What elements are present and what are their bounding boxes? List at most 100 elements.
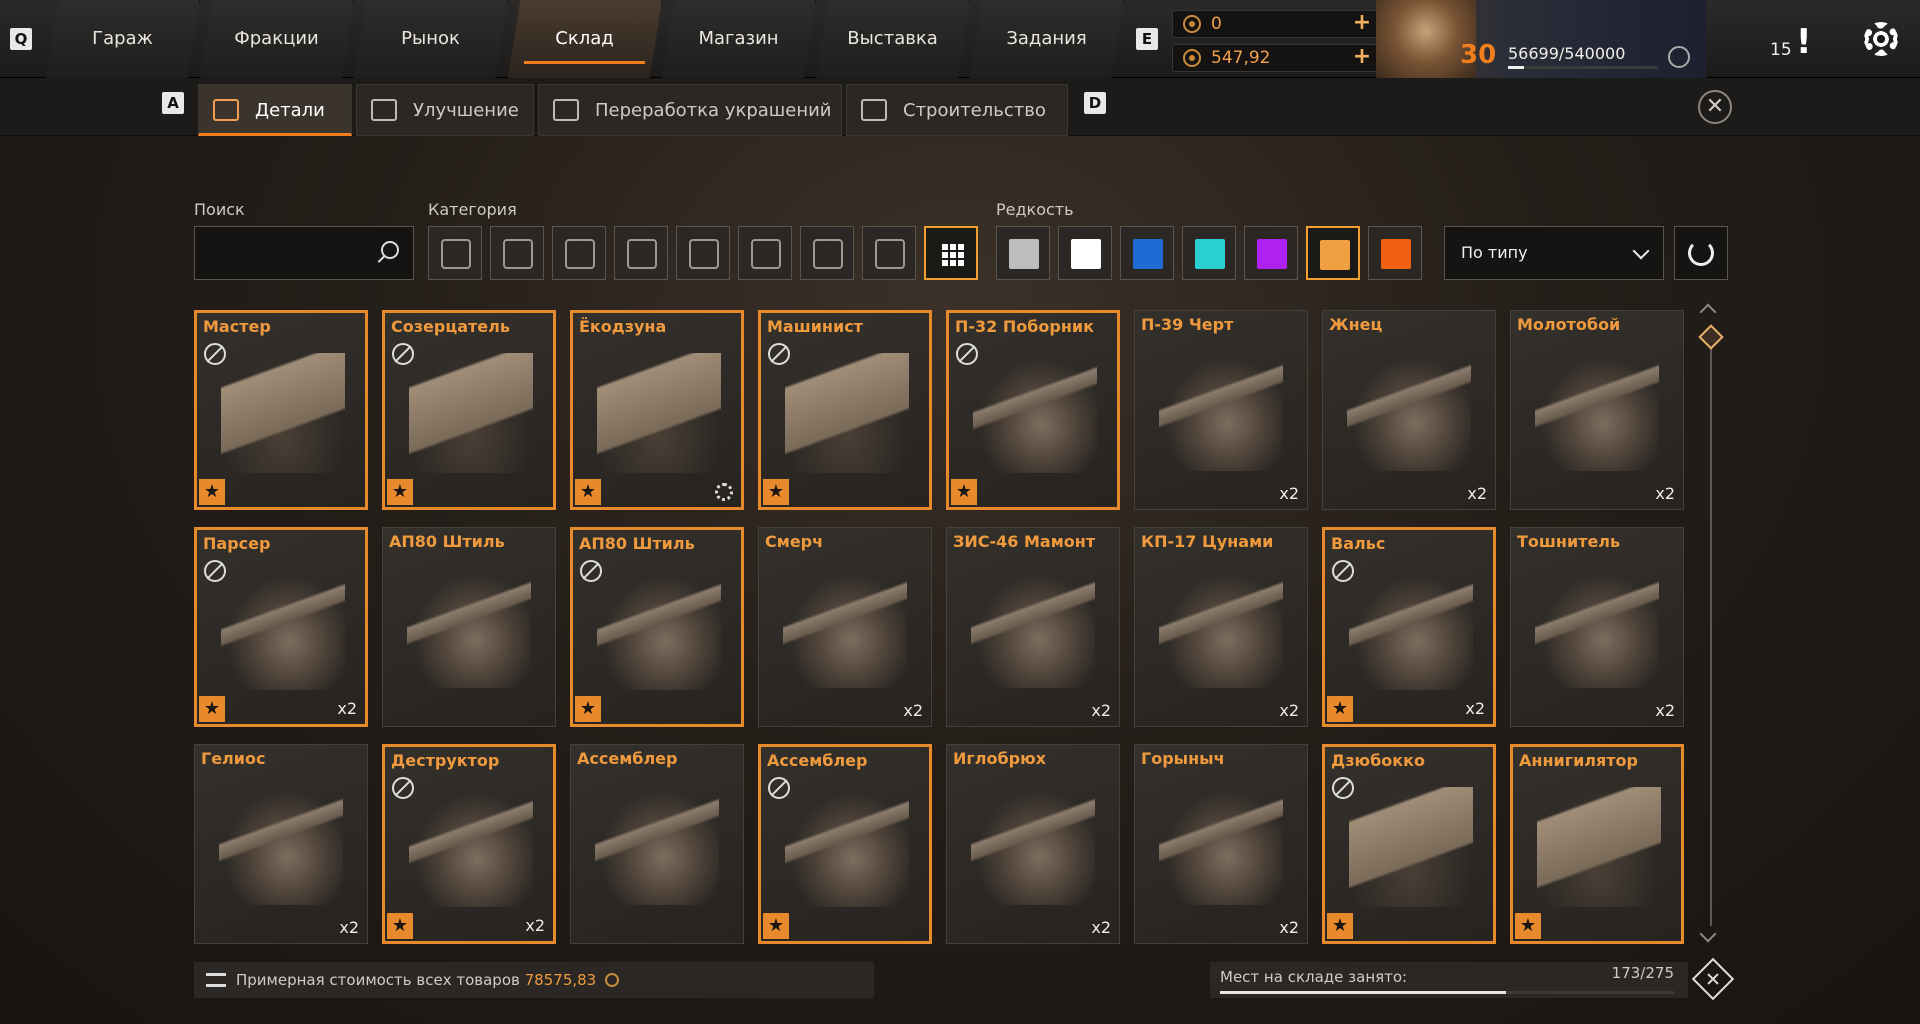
transfer-icon[interactable] (206, 973, 226, 987)
item-card[interactable]: Деструктор ★ x2 (382, 744, 556, 944)
item-image (971, 785, 1095, 905)
category-filter-7[interactable] (862, 226, 916, 280)
rarity-filter-1[interactable] (1058, 226, 1112, 280)
category-filter-4[interactable] (676, 226, 730, 280)
item-name: АП80 Штиль (579, 534, 695, 553)
star-icon: ★ (199, 696, 225, 722)
item-card[interactable]: Ассемблер ★ (758, 744, 932, 944)
item-card[interactable]: Мастер ★ (194, 310, 368, 510)
not-tradeable-icon (392, 777, 414, 799)
exclamation-icon[interactable]: ! (1796, 22, 1812, 62)
item-name: П-32 Поборник (955, 317, 1094, 336)
nav-item-2[interactable]: Рынок (354, 0, 508, 78)
hotkey-q: Q (10, 28, 32, 50)
item-card[interactable]: ЗИС-46 Мамонт x2 (946, 527, 1120, 727)
add-coupons-button[interactable]: + (1351, 46, 1373, 68)
tab-3[interactable]: Строительство (846, 84, 1068, 136)
rarity-filter-6[interactable] (1368, 226, 1422, 280)
storage-bar-fill (1220, 991, 1506, 994)
item-card[interactable]: АП80 Штиль ★ (570, 527, 744, 727)
search-field[interactable] (194, 226, 414, 280)
close-icon[interactable]: ✕ (1698, 90, 1732, 124)
item-name: Молотобой (1517, 315, 1621, 334)
category-filter-2[interactable] (552, 226, 606, 280)
refresh-button[interactable] (1674, 226, 1728, 280)
category-filter-1[interactable] (490, 226, 544, 280)
item-name: Аннигилятор (1519, 751, 1638, 770)
item-image (1347, 351, 1471, 471)
item-image (409, 787, 533, 907)
module-icon (875, 239, 905, 269)
item-card[interactable]: КП-17 Цунами x2 (1134, 527, 1308, 727)
nav-item-6[interactable]: Задания (970, 0, 1124, 78)
chevron-down-icon (1632, 242, 1650, 260)
nav-item-3[interactable]: Склад (508, 0, 662, 78)
item-card[interactable]: Горыныч x2 (1134, 744, 1308, 944)
item-card[interactable]: Жнец x2 (1322, 310, 1496, 510)
expand-storage-button[interactable] (1691, 957, 1735, 1001)
item-card[interactable]: Парсер ★ x2 (194, 527, 368, 727)
item-card[interactable]: Аннигилятор ★ (1510, 744, 1684, 944)
scroll-up-arrow[interactable] (1699, 303, 1717, 321)
scroll-down-arrow[interactable] (1699, 925, 1717, 943)
xp-text: 56699/540000 (1508, 44, 1626, 63)
item-card[interactable]: Созерцатель ★ (382, 310, 556, 510)
category-filter-8[interactable] (924, 226, 978, 280)
scrollbar-track[interactable] (1710, 326, 1712, 926)
rarity-filter-4[interactable] (1244, 226, 1298, 280)
rarity-filter-2[interactable] (1120, 226, 1174, 280)
nav-item-4[interactable]: Магазин (662, 0, 816, 78)
nav-item-5[interactable]: Выставка (816, 0, 970, 78)
currency-secondary-value: 547,92 (1211, 48, 1271, 68)
tab-0[interactable]: Детали (198, 84, 352, 136)
rarity-swatch (1381, 239, 1411, 269)
item-card[interactable]: Тошнитель x2 (1510, 527, 1684, 727)
category-filter-5[interactable] (738, 226, 792, 280)
gear-icon (715, 483, 733, 501)
item-card[interactable]: Дзюбокко ★ (1322, 744, 1496, 944)
item-count: x2 (1279, 484, 1299, 503)
rarity-filter-3[interactable] (1182, 226, 1236, 280)
item-name: Дзюбокко (1331, 751, 1425, 770)
category-filter-0[interactable] (428, 226, 482, 280)
item-card[interactable]: П-39 Черт x2 (1134, 310, 1308, 510)
item-card[interactable]: П-32 Поборник ★ (946, 310, 1120, 510)
tab-2[interactable]: Переработка украшений (538, 84, 842, 136)
item-card[interactable]: Ёкодзуна ★ (570, 310, 744, 510)
rarity-filter-5[interactable] (1306, 226, 1360, 280)
star-icon: ★ (387, 479, 413, 505)
sort-select[interactable]: По типу (1444, 226, 1664, 280)
item-card[interactable]: Ассемблер (570, 744, 744, 944)
item-count: x2 (1655, 484, 1675, 503)
not-tradeable-icon (768, 777, 790, 799)
badge-icon[interactable] (1668, 46, 1690, 68)
nav-item-0[interactable]: Гараж (46, 0, 200, 78)
item-card[interactable]: Машинист ★ (758, 310, 932, 510)
item-card[interactable]: АП80 Штиль (382, 527, 556, 727)
cabin-icon (441, 239, 471, 269)
add-currency-button[interactable]: + (1351, 12, 1373, 34)
item-name: Вальс (1331, 534, 1386, 553)
rarity-filter-0[interactable] (996, 226, 1050, 280)
item-card[interactable]: Вальс ★ x2 (1322, 527, 1496, 727)
brush-icon (813, 239, 843, 269)
gear-icon[interactable] (1864, 22, 1898, 56)
category-filter-3[interactable] (614, 226, 668, 280)
item-card[interactable]: Гелиос x2 (194, 744, 368, 944)
tab-label: Детали (255, 100, 325, 121)
search-icon[interactable] (381, 241, 399, 259)
item-card[interactable]: Молотобой x2 (1510, 310, 1684, 510)
profile-panel[interactable]: 30 56699/540000 (1376, 0, 1706, 78)
item-name: Машинист (767, 317, 863, 336)
scrollbar-thumb[interactable] (1698, 324, 1724, 350)
category-filter-6[interactable] (800, 226, 854, 280)
nav-item-1[interactable]: Фракции (200, 0, 354, 78)
search-input[interactable] (201, 233, 371, 273)
tab-1[interactable]: Улучшение (356, 84, 534, 136)
item-card[interactable]: Иглобрюх x2 (946, 744, 1120, 944)
item-name: Иглобрюх (953, 749, 1046, 768)
coin-icon (1183, 15, 1201, 33)
star-icon: ★ (575, 479, 601, 505)
item-card[interactable]: Смерч x2 (758, 527, 932, 727)
upgrade-chevrons-icon (371, 99, 397, 121)
